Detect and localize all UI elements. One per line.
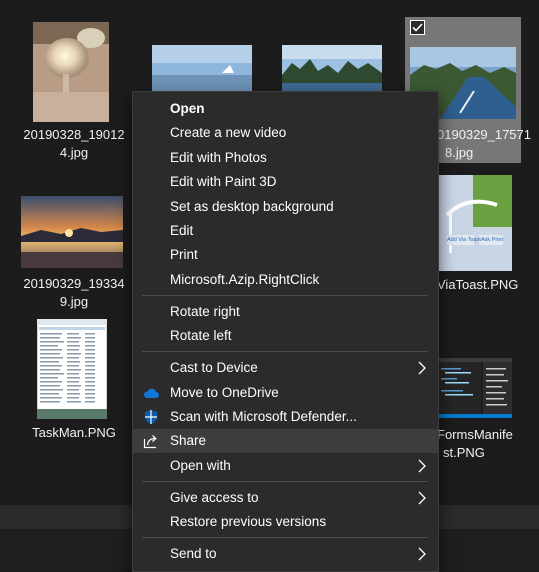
menu-item-restore-previous-versions[interactable]: Restore previous versions xyxy=(133,510,438,534)
cloud-icon xyxy=(143,388,159,398)
menu-item-label: Open xyxy=(170,101,205,116)
menu-item-open[interactable]: Open xyxy=(133,97,438,121)
menu-item-label: Restore previous versions xyxy=(170,514,327,529)
menu-item-rotate-left[interactable]: Rotate left xyxy=(133,324,438,348)
file-name-line-1: TaskMan.PNG xyxy=(32,425,116,440)
menu-item-label: Scan with Microsoft Defender... xyxy=(170,409,357,424)
menu-item-open-with[interactable]: Open with xyxy=(133,454,438,478)
file-name: FormsManife st.PNG xyxy=(437,426,521,462)
menu-item-label: Rotate left xyxy=(170,328,232,343)
menu-item-edit-with-photos[interactable]: Edit with Photos xyxy=(133,146,438,170)
menu-item-azip-rightclick[interactable]: Microsoft.Azip.RightClick xyxy=(133,268,438,292)
file-item[interactable]: FormsManife st.PNG xyxy=(437,350,521,470)
menu-separator xyxy=(142,481,428,482)
thumbnail-button-ask-print: Ask Print xyxy=(481,237,504,243)
menu-separator xyxy=(142,295,428,296)
context-menu: Open Create a new video Edit with Photos… xyxy=(132,91,439,572)
menu-item-share[interactable]: Share xyxy=(133,429,438,453)
menu-item-label: Open with xyxy=(170,458,231,473)
chevron-right-icon xyxy=(418,361,426,375)
menu-item-set-desktop-background[interactable]: Set as desktop background xyxy=(133,195,438,219)
menu-item-label: Cast to Device xyxy=(170,360,258,375)
file-thumbnail xyxy=(21,196,123,268)
file-name: ViaToast.PNG xyxy=(437,276,521,294)
file-name-line-2: 9.jpg xyxy=(59,294,89,309)
file-name: TaskMan.PNG xyxy=(18,424,130,442)
file-item[interactable]: Add Via Toast Ask Print ViaToast.PNG xyxy=(437,175,521,295)
file-item[interactable]: TaskMan.PNG xyxy=(18,315,130,445)
menu-item-send-to[interactable]: Send to xyxy=(133,542,438,566)
file-item[interactable]: 20190328_19012 4.jpg xyxy=(18,18,130,178)
menu-item-give-access-to[interactable]: Give access to xyxy=(133,486,438,510)
checkmark-icon xyxy=(412,23,423,32)
menu-item-label: Move to OneDrive xyxy=(170,385,279,400)
file-thumbnail: Add Via Toast Ask Print xyxy=(437,175,512,271)
file-name-line-2: 4.jpg xyxy=(59,145,89,160)
menu-item-label: Edit with Photos xyxy=(170,150,267,165)
file-name-line-1: 0190329_17571 xyxy=(437,127,531,142)
menu-item-label: Create a new video xyxy=(170,125,287,140)
file-name: 0190329_17571 8.jpg xyxy=(437,126,531,162)
menu-separator xyxy=(142,351,428,352)
file-name: 20190328_19012 4.jpg xyxy=(18,126,130,162)
file-name-line-1: ViaToast.PNG xyxy=(437,277,519,292)
file-thumbnail xyxy=(33,22,109,122)
file-thumbnail xyxy=(152,45,252,93)
menu-item-print[interactable]: Print xyxy=(133,243,438,267)
file-thumbnail xyxy=(282,45,382,93)
share-icon xyxy=(143,435,157,449)
menu-item-label: Edit with Paint 3D xyxy=(170,174,277,189)
chevron-right-icon xyxy=(418,491,426,505)
menu-item-label: Print xyxy=(170,247,198,262)
file-name: 20190329_19334 9.jpg xyxy=(18,275,130,311)
file-name-line-1: FormsManife xyxy=(437,427,513,442)
menu-item-edit-with-paint-3d[interactable]: Edit with Paint 3D xyxy=(133,170,438,194)
selection-checkbox[interactable] xyxy=(410,20,425,35)
menu-item-label: Microsoft.Azip.RightClick xyxy=(170,272,320,287)
chevron-right-icon xyxy=(418,459,426,473)
menu-item-scan-with-defender[interactable]: Scan with Microsoft Defender... xyxy=(133,405,438,429)
menu-item-move-to-onedrive[interactable]: Move to OneDrive xyxy=(133,381,438,405)
chevron-right-icon xyxy=(418,547,426,561)
file-name-line-1: 20190329_19334 xyxy=(23,276,125,291)
file-name-line-2: 8.jpg xyxy=(445,145,474,160)
menu-item-label: Set as desktop background xyxy=(170,199,334,214)
menu-item-create-new-video[interactable]: Create a new video xyxy=(133,121,438,145)
menu-item-cast-to-device[interactable]: Cast to Device xyxy=(133,356,438,380)
menu-item-rotate-right[interactable]: Rotate right xyxy=(133,300,438,324)
file-name-line-1: 20190328_19012 xyxy=(23,127,125,142)
menu-item-edit[interactable]: Edit xyxy=(133,219,438,243)
file-item[interactable]: 20190329_19334 9.jpg xyxy=(18,190,130,315)
menu-item-label: Send to xyxy=(170,546,217,561)
menu-item-label: Edit xyxy=(170,223,194,238)
menu-item-label: Rotate right xyxy=(170,304,240,319)
file-name-line-2: st.PNG xyxy=(443,445,485,460)
file-thumbnail xyxy=(437,358,512,418)
shield-icon xyxy=(145,410,157,424)
menu-item-label: Give access to xyxy=(170,490,259,505)
thumbnail-button-add-via-toast: Add Via Toast xyxy=(447,237,481,243)
menu-item-label: Share xyxy=(170,433,207,448)
file-item[interactable] xyxy=(150,45,254,95)
file-item[interactable] xyxy=(280,45,384,95)
menu-separator xyxy=(142,537,428,538)
file-thumbnail xyxy=(37,319,107,419)
